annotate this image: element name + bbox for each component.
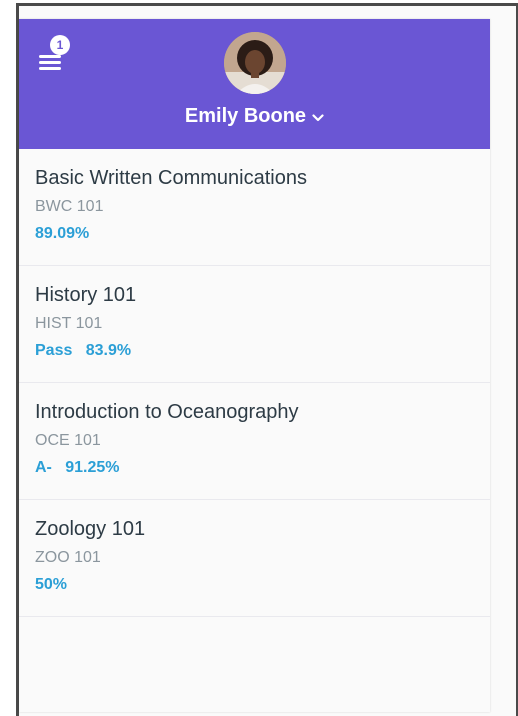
menu-button[interactable]: 1	[39, 35, 73, 75]
list-item[interactable]: History 101 HIST 101 Pass 83.9%	[19, 266, 490, 383]
course-grade: 50%	[35, 576, 68, 593]
course-list: Basic Written Communications BWC 101 89.…	[19, 149, 490, 617]
course-code: BWC 101	[35, 198, 104, 215]
course-name: Basic Written Communications	[35, 167, 307, 189]
avatar[interactable]	[224, 32, 286, 94]
user-menu-toggle[interactable]: Emily Boone	[19, 105, 490, 128]
course-grade: Pass 83.9%	[35, 342, 132, 359]
course-grade: 89.09%	[35, 225, 90, 242]
chevron-down-icon	[312, 105, 324, 128]
course-name: Zoology 101	[35, 518, 146, 540]
course-grade: A- 91.25%	[35, 459, 120, 476]
course-code: OCE 101	[35, 432, 101, 449]
user-photo	[224, 32, 286, 94]
course-code: ZOO 101	[35, 549, 101, 566]
list-item[interactable]: Basic Written Communications BWC 101 89.…	[19, 149, 490, 266]
list-item[interactable]: Zoology 101 ZOO 101 50%	[19, 500, 490, 617]
list-item[interactable]: Introduction to Oceanography OCE 101 A- …	[19, 383, 490, 500]
app-header: 1 Emily Boone	[19, 19, 490, 149]
course-name: Introduction to Oceanography	[35, 401, 299, 423]
user-name: Emily Boone	[184, 105, 307, 127]
course-code: HIST 101	[35, 315, 103, 332]
app-screen: 1 Emily Boone Basic Written Communicatio…	[19, 19, 490, 712]
notification-badge: 1	[50, 35, 70, 55]
course-name: History 101	[35, 284, 137, 306]
